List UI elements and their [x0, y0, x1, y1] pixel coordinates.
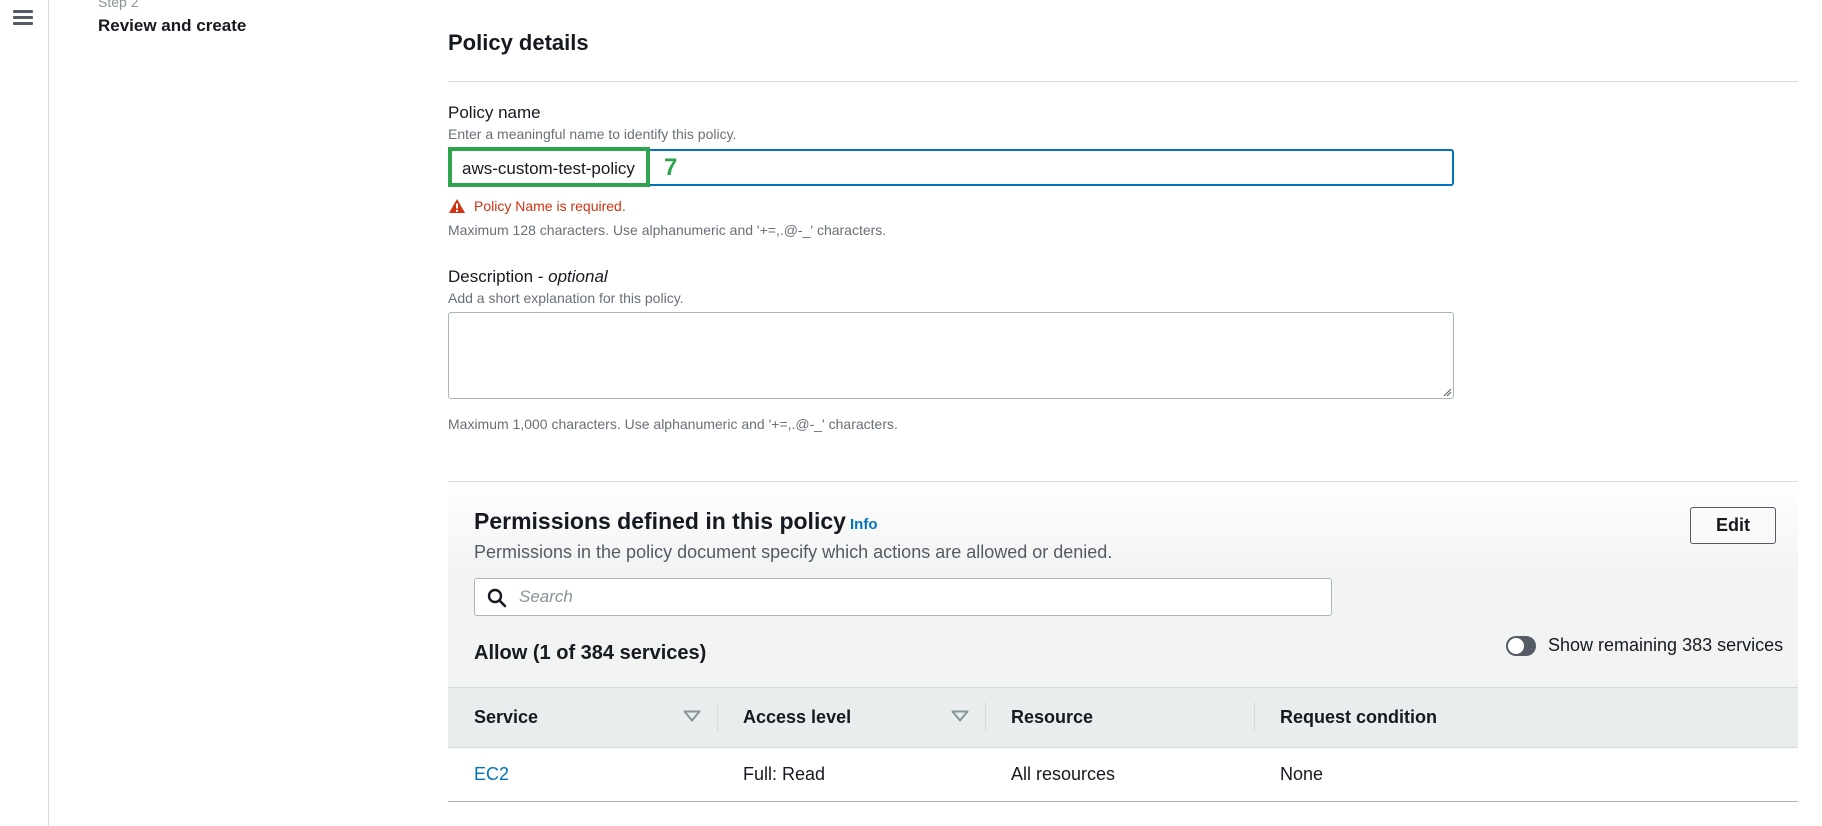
step-number-label: Step 2 — [98, 0, 139, 10]
hamburger-menu-icon[interactable] — [13, 10, 33, 28]
description-textarea[interactable] — [448, 312, 1454, 399]
policy-name-description: Enter a meaningful name to identify this… — [448, 126, 737, 142]
permissions-panel: Permissions defined in this policy Info … — [448, 481, 1798, 802]
description-label-text: Description - — [448, 267, 549, 286]
resize-grip-icon[interactable] — [1442, 387, 1452, 397]
error-message: Policy Name is required. — [474, 198, 626, 214]
resource-cell: All resources — [1011, 764, 1116, 784]
allow-heading: Allow (1 of 384 services) — [474, 642, 707, 664]
column-divider — [717, 702, 718, 732]
edit-button[interactable]: Edit — [1690, 507, 1776, 544]
search-icon — [487, 588, 507, 608]
policy-name-label: Policy name — [448, 103, 541, 122]
step-title[interactable]: Review and create — [98, 16, 246, 36]
toggle-label: Show remaining 383 services — [1548, 635, 1784, 655]
section-divider — [448, 81, 1798, 82]
search-input[interactable] — [519, 580, 1319, 614]
permissions-heading: Permissions defined in this policy — [474, 508, 846, 534]
policy-name-error: Policy Name is required. — [448, 197, 626, 215]
description-constraint: Maximum 1,000 characters. Use alphanumer… — [448, 416, 898, 432]
request-condition-cell: None — [1280, 764, 1324, 784]
sort-caret-icon[interactable] — [683, 710, 701, 722]
annotation-marker: 7 — [664, 154, 678, 181]
toggle-switch[interactable] — [1506, 635, 1536, 656]
column-header-resource: Resource — [1011, 707, 1094, 727]
permissions-description: Permissions in the policy document speci… — [474, 542, 1113, 562]
policy-name-value[interactable]: aws-custom-test-policy — [462, 159, 635, 179]
column-divider — [1254, 702, 1255, 732]
warning-triangle-icon — [449, 199, 465, 213]
service-link-ec2[interactable]: EC2 — [474, 748, 509, 801]
access-level-cell: Full: Read — [743, 764, 826, 784]
sort-caret-icon[interactable] — [951, 710, 969, 722]
optional-tag: optional — [548, 267, 608, 286]
main-content: Policy details Policy name Enter a meani… — [448, 0, 1822, 826]
policy-details-heading: Policy details — [448, 30, 589, 55]
column-divider — [985, 702, 986, 732]
table-row: EC2 Full: Read All resources None — [448, 748, 1798, 802]
column-header-request-condition: Request condition — [1280, 707, 1437, 727]
column-header-service[interactable]: Service — [474, 688, 538, 747]
show-remaining-toggle[interactable]: Show remaining 383 services — [1506, 635, 1783, 656]
description-hint: Add a short explanation for this policy. — [448, 290, 684, 306]
table-header: Service Access level Resource Request co… — [448, 687, 1798, 748]
policy-name-constraint: Maximum 128 characters. Use alphanumeric… — [448, 222, 887, 238]
search-box[interactable] — [474, 578, 1332, 616]
description-label: Description - optional — [448, 267, 608, 287]
side-navigation-rail — [0, 0, 49, 826]
toggle-knob — [1508, 637, 1524, 654]
column-header-access-level[interactable]: Access level — [743, 688, 851, 747]
info-link[interactable]: Info — [850, 516, 878, 533]
